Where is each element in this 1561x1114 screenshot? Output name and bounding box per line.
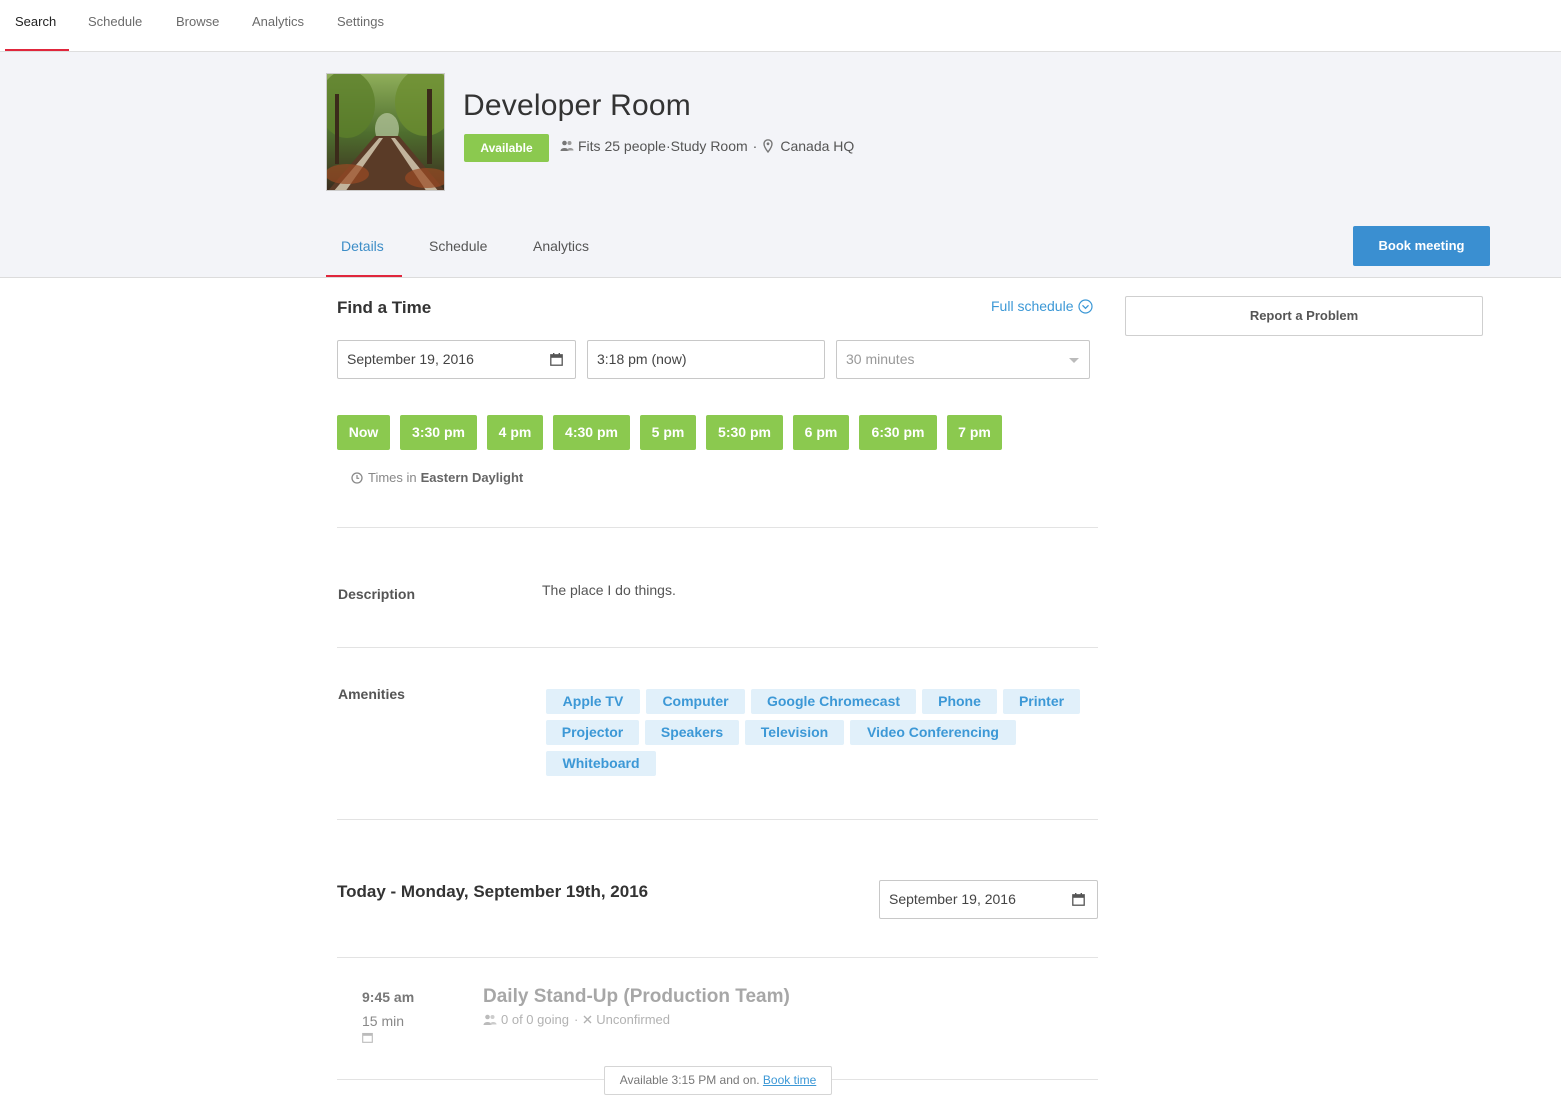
location-pin-icon [763, 139, 774, 153]
schedule-date-value: September 19, 2016 [889, 891, 1016, 907]
full-schedule-link[interactable]: Full schedule [991, 298, 1093, 314]
duration-value: 30 minutes [846, 351, 915, 367]
divider [337, 819, 1098, 820]
nav-tab-analytics[interactable]: Analytics [252, 0, 304, 52]
amenity-tag: Television [745, 720, 844, 745]
clock-icon [351, 471, 363, 484]
time-input[interactable]: 3:18 pm (now) [587, 340, 825, 379]
divider [337, 527, 1098, 528]
time-slot-button[interactable]: 3:30 pm [400, 415, 477, 450]
time-slot-button[interactable]: 6:30 pm [859, 415, 937, 450]
event-meta: 0 of 0 going · Unconfirmed [483, 1012, 670, 1027]
amenity-tag: Google Chromecast [751, 689, 916, 714]
room-capacity: Fits 25 people [578, 138, 666, 154]
amenity-tag: Whiteboard [546, 751, 656, 776]
description-label: Description [338, 586, 416, 602]
room-location: Canada HQ [780, 138, 855, 154]
nav-tab-settings[interactable]: Settings [337, 0, 384, 52]
top-nav: Search Schedule Browse Analytics Setting… [0, 0, 1561, 52]
people-icon [483, 1014, 497, 1025]
schedule-day-title: Today - Monday, September 19th, 2016 [337, 882, 649, 901]
subtab-schedule[interactable]: Schedule [429, 238, 487, 254]
amenity-tag: Apple TV [546, 689, 640, 714]
timezone-prefix: Times in [368, 470, 417, 485]
event-title: Daily Stand-Up (Production Team) [483, 986, 790, 1007]
event-time: 9:45 am [362, 989, 415, 1005]
event-status: Unconfirmed [596, 1012, 670, 1027]
subtab-analytics[interactable]: Analytics [533, 238, 589, 254]
amenity-tag: Projector [546, 720, 639, 745]
calendar-icon [1072, 893, 1085, 906]
amenity-tag: Printer [1003, 689, 1080, 714]
report-problem-button[interactable]: Report a Problem [1125, 296, 1483, 336]
people-icon [560, 140, 574, 151]
availability-text: Available 3:15 PM and on. [619, 1073, 760, 1087]
event-duration: 15 min [362, 1013, 405, 1029]
room-title: Developer Room [463, 89, 691, 122]
timezone-value: Eastern Daylight [420, 470, 524, 485]
time-slot-button[interactable]: 4:30 pm [553, 415, 630, 450]
calendar-icon [362, 1032, 373, 1043]
time-slot-button[interactable]: Now [337, 415, 390, 450]
time-slot-button[interactable]: 5:30 pm [706, 415, 783, 450]
time-slot-button[interactable]: 4 pm [487, 415, 543, 450]
time-slot-button[interactable]: 7 pm [947, 415, 1002, 450]
book-meeting-button[interactable]: Book meeting [1353, 226, 1490, 266]
date-picker-input[interactable]: September 19, 2016 [337, 340, 576, 379]
time-value: 3:18 pm (now) [597, 351, 687, 367]
meta-separator-2: · [752, 138, 758, 154]
schedule-date-input[interactable]: September 19, 2016 [879, 880, 1098, 919]
subtab-active-indicator [326, 275, 402, 277]
room-header: Developer Room Available Fits 25 people ·… [0, 52, 1561, 278]
subtab-details[interactable]: Details [341, 238, 384, 254]
x-icon [583, 1015, 592, 1024]
time-slot-button[interactable]: 5 pm [640, 415, 696, 450]
chevron-down-circle-icon [1077, 298, 1093, 314]
amenity-tag: Computer [646, 689, 745, 714]
active-tab-indicator [5, 49, 69, 51]
book-time-link[interactable]: Book time [763, 1073, 816, 1087]
divider [337, 647, 1098, 648]
room-meta: Fits 25 people · Study Room · Canada HQ [560, 138, 854, 154]
nav-tab-browse[interactable]: Browse [176, 0, 219, 52]
time-slot-button[interactable]: 6 pm [793, 415, 849, 450]
amenities-label: Amenities [338, 686, 405, 702]
nav-tab-schedule[interactable]: Schedule [88, 0, 142, 52]
divider [337, 957, 1098, 958]
amenity-tag: Video Conferencing [850, 720, 1016, 745]
amenity-tag: Phone [922, 689, 997, 714]
calendar-icon [550, 353, 563, 366]
date-value: September 19, 2016 [347, 351, 474, 367]
room-type: Study Room [670, 138, 748, 154]
availability-badge: Available [464, 134, 549, 162]
nav-tab-search[interactable]: Search [15, 0, 56, 52]
duration-select[interactable]: 30 minutes [836, 340, 1090, 379]
full-schedule-label: Full schedule [991, 298, 1074, 314]
dropdown-caret-icon [1069, 358, 1079, 363]
meta-separator: · [573, 1012, 579, 1027]
event-attendance: 0 of 0 going [501, 1012, 569, 1027]
find-time-title: Find a Time [337, 298, 432, 317]
amenity-tag: Speakers [645, 720, 739, 745]
description-text: The place I do things. [542, 582, 676, 598]
availability-box: Available 3:15 PM and on. Book time [604, 1066, 832, 1095]
room-photo [326, 73, 445, 191]
timezone-note: Times in Eastern Daylight [351, 470, 523, 485]
